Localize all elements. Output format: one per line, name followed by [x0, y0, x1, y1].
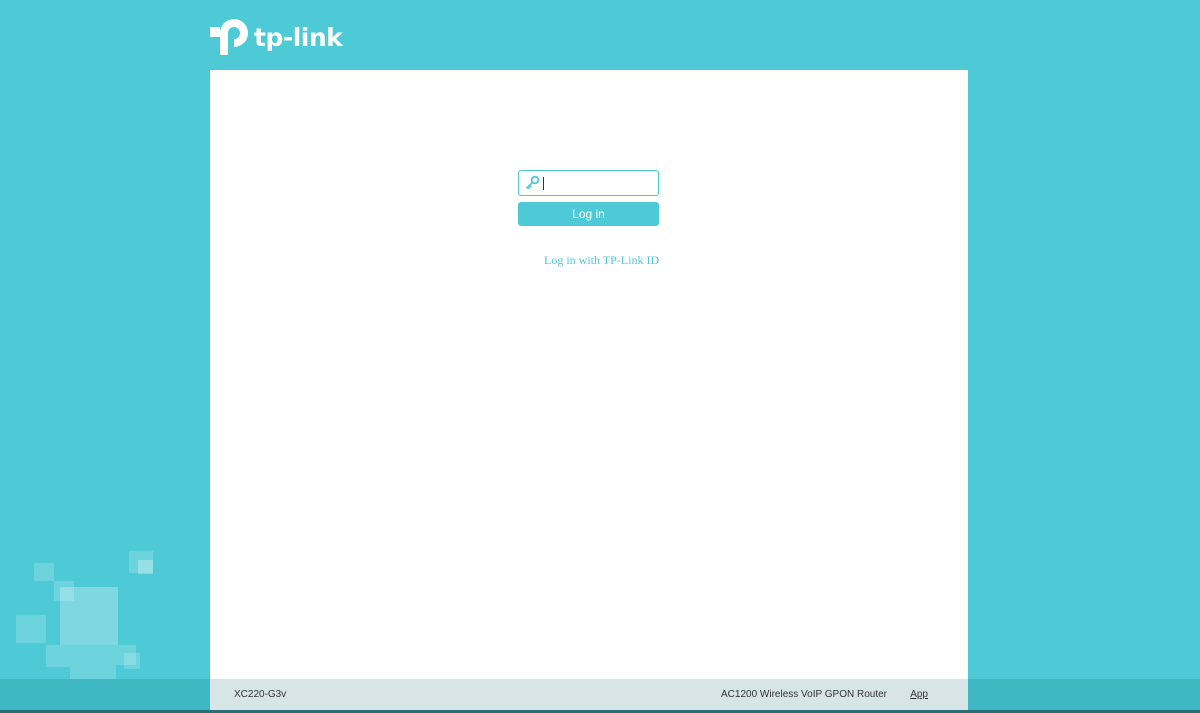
tp-link-logo-text: tp-link	[254, 22, 343, 52]
password-field-wrapper[interactable]	[518, 170, 659, 196]
product-name: AC1200 Wireless VoIP GPON Router	[721, 689, 887, 700]
app-link[interactable]: App	[910, 689, 928, 700]
footer: XC220-G3v AC1200 Wireless VoIP GPON Rout…	[210, 679, 968, 713]
text-caret	[543, 177, 544, 190]
tplink-id-login-link[interactable]: Log in with TP-Link ID	[544, 253, 659, 268]
password-input[interactable]	[544, 173, 654, 193]
login-panel: Log in Log in with TP-Link ID	[210, 70, 968, 679]
login-button[interactable]: Log in	[518, 202, 659, 226]
login-page: tp-link Log in Log in with TP-Link ID XC…	[0, 0, 1200, 713]
tp-link-logo-icon	[210, 19, 248, 55]
tp-link-logo: tp-link	[210, 17, 343, 57]
decorative-pixel-pattern	[0, 0, 200, 713]
model-name: XC220-G3v	[234, 689, 287, 700]
key-icon	[525, 175, 540, 190]
